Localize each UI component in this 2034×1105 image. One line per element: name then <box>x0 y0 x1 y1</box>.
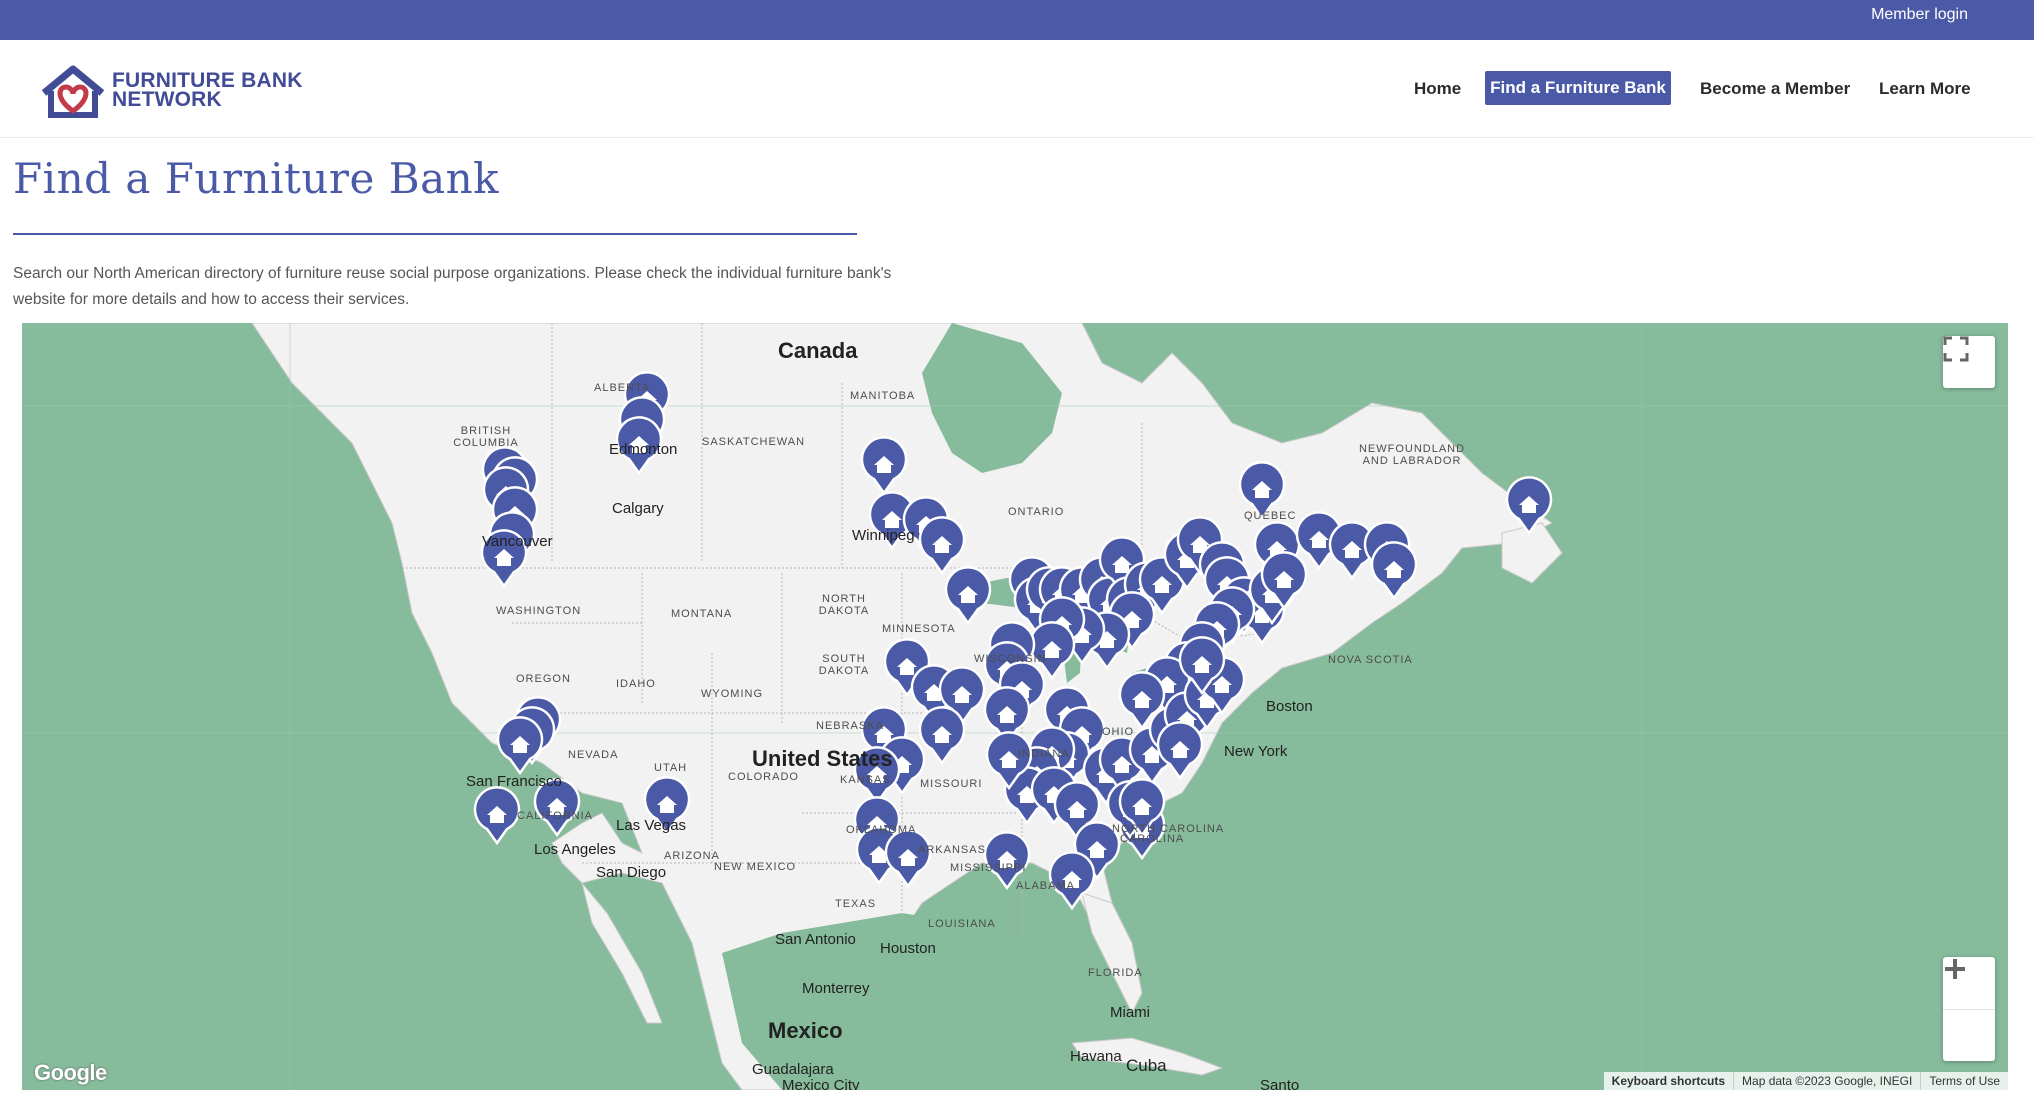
label-utah: UTAH <box>654 762 688 774</box>
terms-of-use-link[interactable]: Terms of Use <box>1921 1072 2008 1090</box>
label-nevada: NEVADA <box>568 749 619 761</box>
label-wyoming: WYOMING <box>701 688 763 700</box>
zoom-controls <box>1943 957 1995 1061</box>
top-bar: Member login <box>0 0 2034 40</box>
furniture-bank-logo-icon[interactable] <box>38 63 108 121</box>
fullscreen-button[interactable] <box>1943 336 1995 388</box>
page-title: Find a Furniture Bank <box>13 154 500 203</box>
label-oregon: OREGON <box>516 673 571 685</box>
label-washington: WASHINGTON <box>496 605 582 617</box>
label-wisconsin: WISCONSIN <box>974 653 1047 665</box>
label-montana: MONTANA <box>671 608 733 620</box>
nav-find-furniture-bank[interactable]: Find a Furniture Bank <box>1485 71 1671 105</box>
nav-learn-more[interactable]: Learn More <box>1879 79 1971 99</box>
keyboard-shortcuts-link[interactable]: Keyboard shortcuts <box>1604 1072 1735 1090</box>
label-canada: Canada <box>778 338 858 363</box>
label-florida: FLORIDA <box>1088 967 1143 979</box>
minus-icon <box>1945 967 1965 971</box>
label-san-francisco: San Francisco <box>466 773 562 790</box>
label-nl-text: NEWFOUNDLAND AND LABRADOR <box>1358 443 1466 467</box>
label-nebraska: NEBRASKA <box>816 720 884 732</box>
label-boston: Boston <box>1266 698 1313 715</box>
label-vancouver: Vancouver <box>482 533 553 550</box>
furniture-bank-marker[interactable] <box>496 716 544 776</box>
label-nl: NEWFOUNDLAND AND LABRADOR <box>1352 443 1472 467</box>
fullscreen-icon <box>1943 336 1969 362</box>
map-canvas[interactable] <box>22 323 2008 1090</box>
label-bc-text: BRITISH COLUMBIA <box>453 425 519 449</box>
label-calgary: Calgary <box>612 500 664 517</box>
label-united-states: United States <box>752 746 893 771</box>
zoom-out-button[interactable] <box>1943 967 1995 1062</box>
label-edmonton: Edmonton <box>609 441 678 458</box>
label-bc: BRITISH COLUMBIA <box>446 425 526 449</box>
google-logo[interactable]: Google <box>34 1060 107 1086</box>
baja <box>581 882 663 1024</box>
label-kansas: KANSAS <box>840 774 891 786</box>
label-idaho: IDAHO <box>616 678 656 690</box>
label-nd-text: NORTH DAKOTA <box>818 593 870 617</box>
label-houston: Houston <box>880 940 936 957</box>
newfoundland <box>1501 522 1563 584</box>
label-new-york: New York <box>1224 743 1288 760</box>
label-oklahoma: OKLAHOMA <box>846 824 917 836</box>
label-havana: Havana <box>1070 1048 1122 1065</box>
label-louisiana: LOUISIANA <box>928 918 996 930</box>
label-san-diego: San Diego <box>596 864 667 881</box>
florida <box>1081 892 1143 1015</box>
label-sd: SOUTH DAKOTA <box>814 653 874 677</box>
title-divider <box>13 233 857 235</box>
label-mexico-city: Mexico City <box>782 1077 860 1090</box>
label-ontario: ONTARIO <box>1008 506 1065 518</box>
label-mexico: Mexico <box>768 1018 843 1043</box>
label-carolina: CAROLINA <box>1120 833 1185 845</box>
intro-text: Search our North American directory of f… <box>13 265 892 308</box>
label-colorado: COLORADO <box>728 771 799 783</box>
label-miami: Miami <box>1110 1004 1150 1021</box>
label-indiana: INDIANA <box>1018 748 1070 760</box>
label-monterrey: Monterrey <box>802 980 870 997</box>
label-newmexico: NEW MEXICO <box>714 861 797 873</box>
label-mississippi: MISSISSIPPI <box>950 862 1027 874</box>
label-los-angeles: Los Angeles <box>534 841 616 858</box>
label-winnipeg: Winnipeg <box>852 527 915 544</box>
label-cuba: Cuba <box>1126 1056 1167 1075</box>
map-attribution: Keyboard shortcuts Map data ©2023 Google… <box>1603 1072 2008 1090</box>
label-ns: NOVA SCOTIA <box>1328 654 1413 666</box>
brand-name[interactable]: FURNITURE BANK NETWORK <box>112 70 303 111</box>
label-guadalajara: Guadalajara <box>752 1061 834 1078</box>
label-manitoba: MANITOBA <box>850 390 916 402</box>
furniture-bank-marker[interactable] <box>473 786 521 846</box>
map-data-text: Map data ©2023 Google, INEGI <box>1734 1072 1922 1090</box>
nav-home[interactable]: Home <box>1414 79 1461 99</box>
label-texas: TEXAS <box>835 898 877 910</box>
furniture-bank-map[interactable]: Canada United States Mexico Cuba BRITISH… <box>22 323 2008 1090</box>
label-quebec: QUEBEC <box>1244 510 1297 522</box>
label-nd: NORTH DAKOTA <box>814 593 874 617</box>
nav-become-member[interactable]: Become a Member <box>1700 79 1850 99</box>
label-sd-text: SOUTH DAKOTA <box>818 653 870 677</box>
label-missouri: MISSOURI <box>920 778 983 790</box>
label-sask: SASKATCHEWAN <box>702 436 806 448</box>
label-santo: Santo <box>1260 1077 1300 1090</box>
label-alabama: ALABAMA <box>1016 880 1075 892</box>
label-san-antonio: San Antonio <box>775 931 856 948</box>
member-login-link[interactable]: Member login <box>1871 6 1968 24</box>
label-las-vegas: Las Vegas <box>616 817 687 834</box>
label-minnesota: MINNESOTA <box>882 623 956 635</box>
label-california: CALIFORNIA <box>517 810 594 822</box>
label-arkansas: ARKANSAS <box>918 844 986 856</box>
label-arizona: ARIZONA <box>664 850 720 862</box>
label-ohio: OHIO <box>1102 726 1135 738</box>
label-alberta: ALBERTA <box>594 382 651 394</box>
brand-line-2: NETWORK <box>112 88 222 111</box>
